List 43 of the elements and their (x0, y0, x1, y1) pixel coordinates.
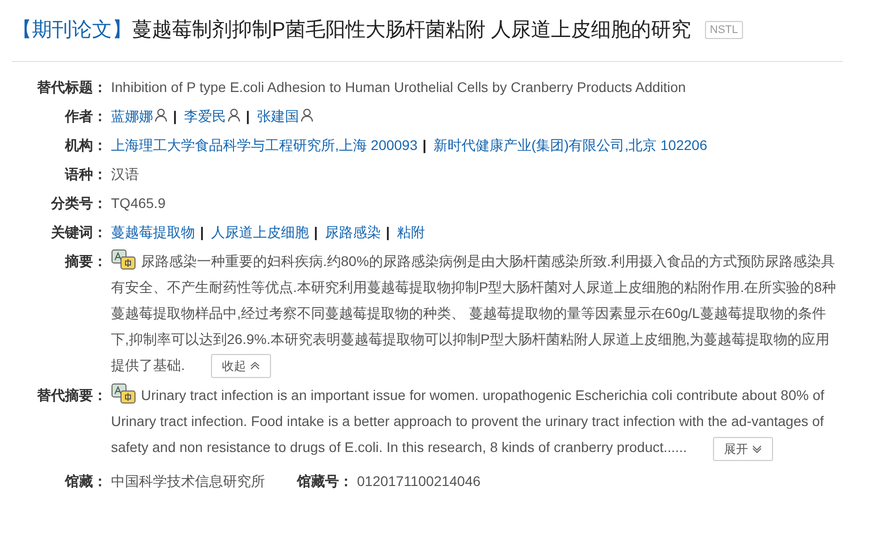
field-label: 作者： (64, 107, 107, 126)
translate-icon[interactable] (111, 383, 137, 406)
field-label: 语种： (64, 165, 107, 184)
chevron-down-icon (752, 444, 762, 453)
field-label: 关键词： (50, 223, 107, 242)
author-link[interactable]: 张建国 (256, 108, 314, 124)
chevron-up-icon (250, 362, 260, 370)
person-icon (226, 108, 241, 122)
field-link[interactable]: 人尿道上皮细胞 (210, 224, 309, 240)
field-value: 0120171100214046 (356, 472, 481, 491)
field-value: Inhibition of P type E.coli Adhesion to Human Urothelial Cells by Cranberry Products Addition (111, 79, 686, 95)
separator: | (246, 108, 250, 124)
person-icon (300, 108, 314, 122)
abstract-text: Urinary tract infection is an important issue for women. uropathogenic Escherichia coli contribute about 80% of Urinary tract infection. Food intake is a better approach to provent the urinary tract infection with the ad-vantages of safety and non resistance to drugs of E.coli. In this research, 8 kinds of cranberry product...... 展开 (111, 381, 839, 461)
field-link[interactable]: 尿路感染 (324, 224, 381, 240)
toggle-button[interactable]: 展开 (712, 436, 773, 461)
abstract-text: 尿路感染一种重要的妇科疾病.约80%的尿路感染病例是由大肠杆菌感染所致.利用摄入食品的方式预防尿路感染具有安全、不产生耐药性等优点.本研究利用蔓越莓提取物抑制P型大肠杆菌对人尿道上皮细胞的粘附作用.在所实验的8种蔓越莓提取物样品中,经过考察不同蔓越莓提取物的种类、 蔓越莓提取物的量等因素显示在60g/L蔓越莓提取物的条件下,抑制率可以达到26.9%.本研究表明蔓越莓提取物可以抑制P型大肠杆菌粘附人尿道上皮细胞,为蔓越莓提取物的应用提供了基础. 收起 (111, 247, 839, 378)
separator: | (422, 137, 426, 153)
field-label: 机构： (64, 136, 107, 155)
toggle-button[interactable]: 收起 (210, 354, 271, 378)
separator: | (173, 108, 177, 124)
field-label: 馆藏号： (297, 472, 353, 491)
field-link[interactable]: 蔓越莓提取物 (111, 224, 195, 240)
field-label: 馆藏： (64, 472, 107, 491)
field-label: 摘要： (64, 252, 107, 271)
field-value: 中国科学技术信息研究所 (110, 472, 265, 491)
separator: | (200, 224, 204, 240)
author-link[interactable]: 蓝娜娜 (111, 108, 168, 124)
person-icon (154, 108, 168, 122)
field-link[interactable]: 新时代健康产业(集团)有限公司,北京 102206 (433, 137, 708, 153)
field-label: 替代摘要： (36, 386, 107, 406)
field-label: 分类号： (50, 194, 107, 213)
source-badge: NSTL (704, 20, 744, 38)
author-link[interactable]: 李爱民 (184, 108, 241, 124)
field-value: TQ465.9 (111, 195, 166, 211)
field-value: 汉语 (111, 166, 139, 182)
field-label: 替代标题： (36, 78, 107, 97)
separator: | (314, 224, 318, 240)
field-link[interactable]: 上海理工大学食品科学与工程研究所,上海 200093 (111, 137, 418, 153)
separator: | (386, 224, 390, 240)
field-link[interactable]: 粘附 (396, 224, 425, 240)
article-title: 【期刊论文】蔓越莓制剂抑制P菌毛阳性大肠杆菌粘附 人尿道上皮细胞的研究 (12, 18, 691, 43)
translate-icon[interactable] (111, 249, 137, 271)
